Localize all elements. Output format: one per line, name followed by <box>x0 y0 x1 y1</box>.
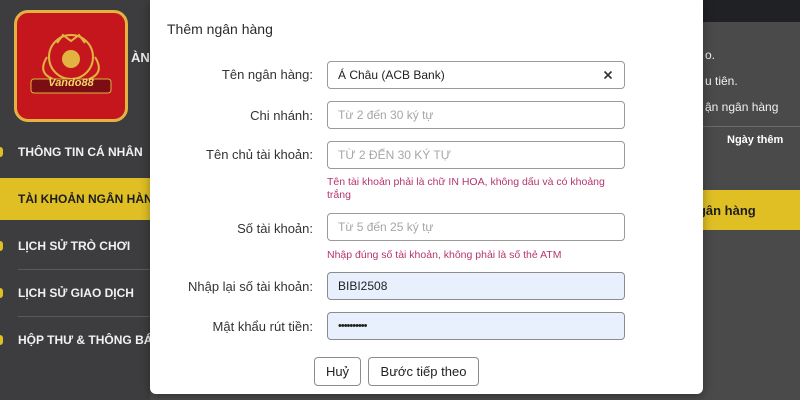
sidebar: Vando88 ÀN THÔNG TIN CÁ NHÂN TÀI KHOẢN N… <box>0 0 150 400</box>
edge-marker-icon <box>0 288 3 298</box>
clear-icon[interactable] <box>602 69 614 81</box>
sidebar-item-bank-account[interactable]: TÀI KHOẢN NGÂN HÀNG <box>0 178 150 220</box>
confirm-account-number-value: BIBI2508 <box>338 279 388 293</box>
menu-divider <box>18 269 150 270</box>
account-holder-placeholder: TỪ 2 ĐẾN 30 KÝ TỰ <box>338 148 451 162</box>
next-step-button[interactable]: Bước tiếp theo <box>368 357 479 386</box>
account-number-label: Số tài khoản: <box>237 221 313 236</box>
cancel-button-label: Huỷ <box>325 364 350 379</box>
branch-placeholder: Từ 2 đến 30 ký tự <box>338 108 434 122</box>
menu-divider <box>18 316 150 317</box>
brand-logo[interactable]: Vando88 <box>14 10 128 122</box>
table-divider <box>703 126 800 127</box>
notice-text-line1: o. <box>705 48 716 62</box>
edge-marker-icon <box>0 335 3 345</box>
notice-text-line2: u tiên. <box>705 74 738 88</box>
account-holder-label: Tên chủ tài khoản: <box>206 147 313 162</box>
sidebar-item-label: HỘP THƯ & THÔNG BÁO <box>18 333 150 347</box>
branch-input[interactable]: Từ 2 đến 30 ký tự <box>327 101 625 129</box>
sidebar-item-label: LỊCH SỬ TRÒ CHƠI <box>18 239 131 253</box>
sidebar-item-label: THÔNG TIN CÁ NHÂN <box>18 145 143 159</box>
edge-marker-icon <box>0 241 3 251</box>
account-holder-input[interactable]: TỪ 2 ĐẾN 30 KÝ TỰ <box>327 141 625 169</box>
account-number-placeholder: Từ 5 đến 25 ký tự <box>338 220 434 234</box>
sidebar-item-label: TÀI KHOẢN NGÂN HÀNG <box>18 192 150 206</box>
account-number-input[interactable]: Từ 5 đến 25 ký tự <box>327 213 625 241</box>
confirm-account-number-label: Nhập lại số tài khoản: <box>187 279 313 294</box>
logo-text: Vando88 <box>48 77 94 89</box>
sidebar-item-inbox[interactable]: HỘP THƯ & THÔNG BÁO <box>0 319 150 361</box>
next-step-button-label: Bước tiếp theo <box>380 364 467 379</box>
sidebar-item-game-history[interactable]: LỊCH SỬ TRÒ CHƠI <box>0 225 150 267</box>
withdraw-password-label: Mật khẩu rút tiền: <box>212 319 313 334</box>
sidebar-item-label: LỊCH SỬ GIAO DỊCH <box>18 286 134 300</box>
sidebar-item-transaction-history[interactable]: LỊCH SỬ GIAO DỊCH <box>0 272 150 314</box>
notice-text-line3: ận ngân hàng <box>705 100 779 114</box>
cancel-button[interactable]: Huỷ <box>314 357 361 386</box>
bank-name-label: Tên ngân hàng: <box>221 67 313 82</box>
sidebar-item-personal-info[interactable]: THÔNG TIN CÁ NHÂN <box>0 131 150 173</box>
withdraw-password-input[interactable]: •••••••••• <box>327 312 625 340</box>
branch-label: Chi nhánh: <box>250 108 313 123</box>
bank-name-value: Á Châu (ACB Bank) <box>338 68 445 82</box>
edge-marker-icon <box>0 147 3 157</box>
confirm-account-number-input[interactable]: BIBI2508 <box>327 272 625 300</box>
sidebar-header-fragment: ÀN <box>131 50 150 65</box>
modal-title: Thêm ngân hàng <box>167 21 273 37</box>
account-number-hint: Nhập đúng số tài khoản, không phải là số… <box>327 249 562 261</box>
bank-name-select[interactable]: Á Châu (ACB Bank) <box>327 61 625 89</box>
account-holder-hint: Tên tài khoản phải là chữ IN HOA, không … <box>327 176 605 201</box>
add-bank-modal: Thêm ngân hàng Tên ngân hàng: Á Châu (AC… <box>150 0 703 394</box>
withdraw-password-value: •••••••••• <box>338 320 367 332</box>
column-header-date-added: Ngày thêm <box>727 134 784 146</box>
